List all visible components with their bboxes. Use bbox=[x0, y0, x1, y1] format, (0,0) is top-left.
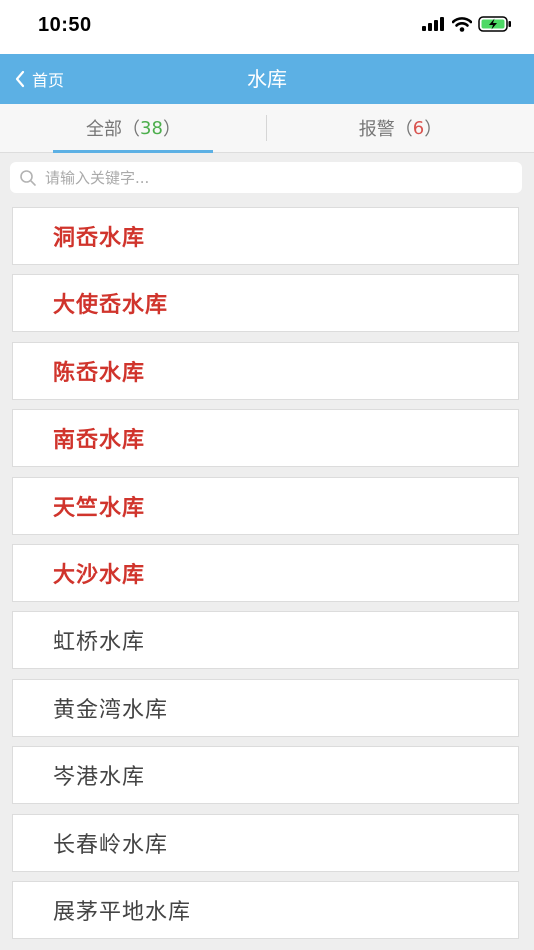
tab-alarm[interactable]: 报警 （6） bbox=[267, 104, 534, 152]
reservoir-name: 展茅平地水库 bbox=[53, 900, 192, 925]
search-input[interactable] bbox=[45, 168, 505, 187]
list-item[interactable]: 大使岙水库 bbox=[12, 274, 519, 332]
status-time: 10:50 bbox=[38, 14, 92, 36]
tab-alarm-count: 6 bbox=[412, 117, 425, 139]
list-item[interactable]: 长春岭水库 bbox=[12, 814, 519, 872]
tab-all-count: 38 bbox=[140, 117, 163, 139]
tab-divider bbox=[266, 115, 267, 141]
reservoir-name: 岑港水库 bbox=[53, 765, 146, 790]
wifi-icon bbox=[452, 16, 472, 32]
reservoir-name: 大沙水库 bbox=[53, 563, 146, 588]
reservoir-name: 洞岙水库 bbox=[53, 226, 146, 251]
nav-bar: 首页 水库 bbox=[0, 54, 534, 104]
list-item[interactable]: 岑港水库 bbox=[12, 746, 519, 804]
tab-alarm-label: 报警 bbox=[358, 119, 395, 140]
reservoir-name: 虹桥水库 bbox=[53, 630, 146, 655]
battery-charging-icon bbox=[478, 16, 511, 32]
reservoir-name: 南岙水库 bbox=[53, 428, 146, 453]
reservoir-name: 长春岭水库 bbox=[53, 833, 169, 858]
reservoir-name: 黄金湾水库 bbox=[53, 698, 169, 723]
tab-bar: 全部 （38） 报警 （6） bbox=[0, 104, 534, 153]
status-icons bbox=[422, 16, 512, 32]
search-bar bbox=[0, 153, 534, 203]
reservoir-name: 天竺水库 bbox=[53, 496, 146, 521]
page-title: 水库 bbox=[247, 67, 287, 91]
reservoir-list: 洞岙水库 大使岙水库 陈岙水库 南岙水库 天竺水库 大沙水库 虹桥水库 黄金湾水… bbox=[0, 203, 534, 950]
list-item[interactable]: 陈岙水库 bbox=[12, 342, 519, 400]
list-item[interactable]: 大沙水库 bbox=[12, 544, 519, 602]
list-item[interactable]: 虹桥水库 bbox=[12, 611, 519, 669]
list-item[interactable]: 黄金湾水库 bbox=[12, 679, 519, 737]
reservoir-name: 大使岙水库 bbox=[53, 293, 169, 318]
reservoir-name: 陈岙水库 bbox=[53, 361, 146, 386]
search-icon bbox=[19, 169, 37, 187]
tab-all-label: 全部 bbox=[86, 119, 123, 140]
tab-all[interactable]: 全部 （38） bbox=[0, 104, 267, 152]
list-item[interactable]: 南岙水库 bbox=[12, 409, 519, 467]
status-bar: 10:50 bbox=[0, 0, 534, 54]
list-item[interactable]: 展茅平地水库 bbox=[12, 881, 519, 939]
signal-icon bbox=[422, 17, 444, 31]
search-box[interactable] bbox=[10, 162, 522, 193]
list-item[interactable]: 洞岙水库 bbox=[12, 207, 519, 265]
list-item[interactable]: 天竺水库 bbox=[12, 477, 519, 535]
